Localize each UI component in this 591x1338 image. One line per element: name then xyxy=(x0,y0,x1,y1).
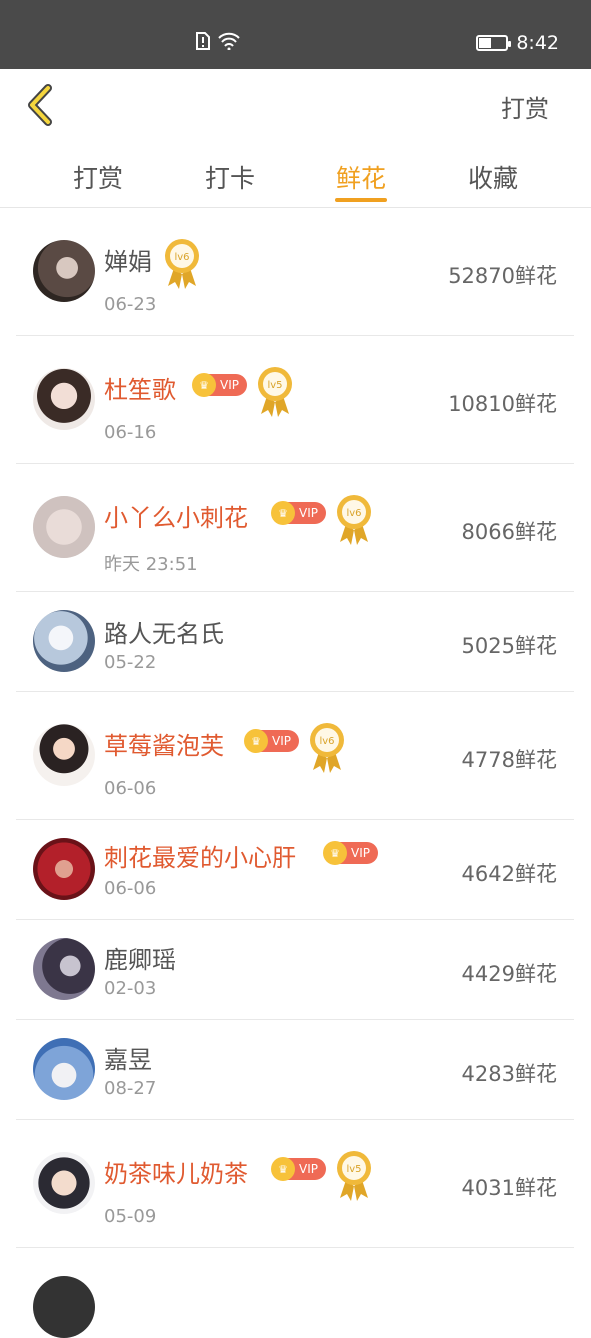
list-item[interactable]: 路人无名氏 05-22 5025鲜花 xyxy=(16,592,574,692)
user-name[interactable]: 杜笙歌 xyxy=(104,370,176,405)
date-text: 08-27 xyxy=(104,1078,157,1099)
top-nav: 打赏 xyxy=(0,69,591,139)
status-time: 8:42 xyxy=(516,32,559,54)
vip-badge: ♛ VIP xyxy=(271,1157,326,1181)
flower-amount: 4778鲜花 xyxy=(461,748,557,772)
user-name[interactable]: 草莓酱泡芙 xyxy=(104,726,224,761)
back-button[interactable] xyxy=(22,83,62,127)
level-label: lv6 xyxy=(174,252,189,263)
user-name[interactable]: 婵娟 xyxy=(104,242,152,277)
avatar[interactable] xyxy=(33,496,95,558)
date-text: 昨天 23:51 xyxy=(104,554,198,575)
list-item[interactable] xyxy=(16,1248,574,1338)
sim-alert-icon xyxy=(196,32,210,50)
flower-amount: 4429鲜花 xyxy=(461,962,557,986)
flower-amount: 52870鲜花 xyxy=(448,264,557,288)
level-medal-icon: lv5 xyxy=(336,1151,371,1201)
avatar[interactable] xyxy=(33,1276,95,1338)
crown-icon: ♛ xyxy=(271,501,295,525)
avatar[interactable] xyxy=(33,1152,95,1214)
vip-badge: ♛ VIP xyxy=(244,729,299,753)
vip-label: VIP xyxy=(299,1162,318,1176)
avatar[interactable] xyxy=(33,1038,95,1100)
crown-icon: ♛ xyxy=(192,373,216,397)
user-name[interactable]: 小丫么小刺花 xyxy=(104,498,248,533)
vip-label: VIP xyxy=(220,378,239,392)
flower-amount: 10810鲜花 xyxy=(448,392,557,416)
flower-amount: 5025鲜花 xyxy=(461,634,557,658)
list-item[interactable]: 刺花最爱的小心肝 ♛ VIP 06-06 4642鲜花 xyxy=(16,820,574,920)
date-text: 06-16 xyxy=(104,422,157,443)
flower-amount: 4642鲜花 xyxy=(461,862,557,886)
level-medal-icon: lv5 xyxy=(257,367,292,417)
status-icons xyxy=(196,32,240,50)
list-item[interactable]: 小丫么小刺花 ♛ VIP lv6 昨天 23:51 8066鲜花 xyxy=(16,464,574,592)
avatar[interactable] xyxy=(33,938,95,1000)
tab-flowers[interactable]: 鲜花 xyxy=(316,159,406,195)
tab-bar: 打赏 打卡 鲜花 收藏 xyxy=(0,139,591,208)
vip-label: VIP xyxy=(299,506,318,520)
crown-icon: ♛ xyxy=(244,729,268,753)
level-medal-icon: lv6 xyxy=(165,239,199,289)
list-item[interactable]: 草莓酱泡芙 ♛ VIP lv6 06-06 4778鲜花 xyxy=(16,692,574,820)
flower-amount: 4283鲜花 xyxy=(461,1062,557,1086)
crown-icon: ♛ xyxy=(323,841,347,865)
vip-badge: ♛ VIP xyxy=(271,501,326,525)
level-label: lv6 xyxy=(346,508,361,519)
date-text: 02-03 xyxy=(104,978,157,999)
level-label: lv5 xyxy=(267,380,282,391)
wifi-icon xyxy=(218,32,240,50)
tab-checkin[interactable]: 打卡 xyxy=(185,159,275,195)
status-bar: 8:42 xyxy=(0,0,591,69)
active-tab-indicator xyxy=(335,198,387,202)
flower-amount: 4031鲜花 xyxy=(461,1176,557,1200)
vip-badge: ♛ VIP xyxy=(192,373,247,397)
avatar[interactable] xyxy=(33,240,95,302)
list-item[interactable]: 婵娟 lv6 06-23 52870鲜花 xyxy=(16,208,574,336)
date-text: 05-09 xyxy=(104,1206,157,1227)
user-name[interactable]: 嘉昱 xyxy=(104,1040,152,1075)
vip-label: VIP xyxy=(351,846,370,860)
date-text: 06-06 xyxy=(104,878,157,899)
vip-badge: ♛ VIP xyxy=(323,841,378,865)
level-medal-icon: lv6 xyxy=(336,495,371,545)
avatar[interactable] xyxy=(33,724,95,786)
tab-reward[interactable]: 打赏 xyxy=(53,159,143,195)
list-item[interactable]: 杜笙歌 ♛ VIP lv5 06-16 10810鲜花 xyxy=(16,336,574,464)
user-name[interactable]: 鹿卿瑶 xyxy=(104,940,176,975)
crown-icon: ♛ xyxy=(271,1157,295,1181)
level-label: lv6 xyxy=(319,736,334,747)
avatar[interactable] xyxy=(33,368,95,430)
chevron-left-icon xyxy=(28,84,52,126)
user-name[interactable]: 奶茶味儿奶茶 xyxy=(104,1154,248,1189)
list-item[interactable]: 奶茶味儿奶茶 ♛ VIP lv5 05-09 4031鲜花 xyxy=(16,1120,574,1248)
flower-amount: 8066鲜花 xyxy=(461,520,557,544)
tab-favorites[interactable]: 收藏 xyxy=(448,159,538,195)
battery-icon xyxy=(476,35,512,51)
user-name[interactable]: 路人无名氏 xyxy=(104,614,224,649)
list-item[interactable]: 鹿卿瑶 02-03 4429鲜花 xyxy=(16,920,574,1020)
date-text: 05-22 xyxy=(104,652,157,673)
list-item[interactable]: 嘉昱 08-27 4283鲜花 xyxy=(16,1020,574,1120)
reward-action-button[interactable]: 打赏 xyxy=(501,89,549,124)
avatar[interactable] xyxy=(33,838,95,900)
date-text: 06-06 xyxy=(104,778,157,799)
vip-label: VIP xyxy=(272,734,291,748)
user-name[interactable]: 刺花最爱的小心肝 xyxy=(104,838,296,873)
level-label: lv5 xyxy=(346,1164,361,1175)
date-text: 06-23 xyxy=(104,294,157,315)
level-medal-icon: lv6 xyxy=(309,723,344,773)
avatar[interactable] xyxy=(33,610,95,672)
